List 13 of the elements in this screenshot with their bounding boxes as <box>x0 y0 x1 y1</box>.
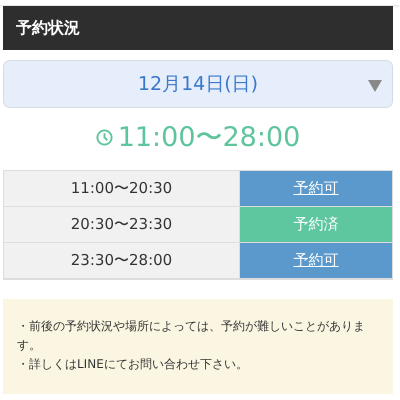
time-slot-cell: 23:30〜28:00 <box>4 243 239 279</box>
notice-text: ・詳しくはLINEにてお問い合わせ下さい。 <box>17 356 249 373</box>
status-cell: 予約済 <box>239 207 392 243</box>
business-hours: 11:00〜28:00 <box>118 121 300 155</box>
time-slot-cell: 20:30〜23:30 <box>4 207 239 243</box>
reserve-link[interactable]: 予約可 <box>294 179 338 198</box>
clock-icon <box>96 128 113 146</box>
section-title: 予約状況 <box>16 18 80 38</box>
caret-icon <box>368 80 382 92</box>
date-select[interactable]: 12月14日(日) <box>3 60 393 108</box>
notice-text: ・前後の予約状況や場所によっては、予約が難しいことがあります。 <box>17 318 366 354</box>
time-slot-cell: 11:00〜20:30 <box>4 171 239 207</box>
reserve-link[interactable]: 予約可 <box>294 251 338 270</box>
